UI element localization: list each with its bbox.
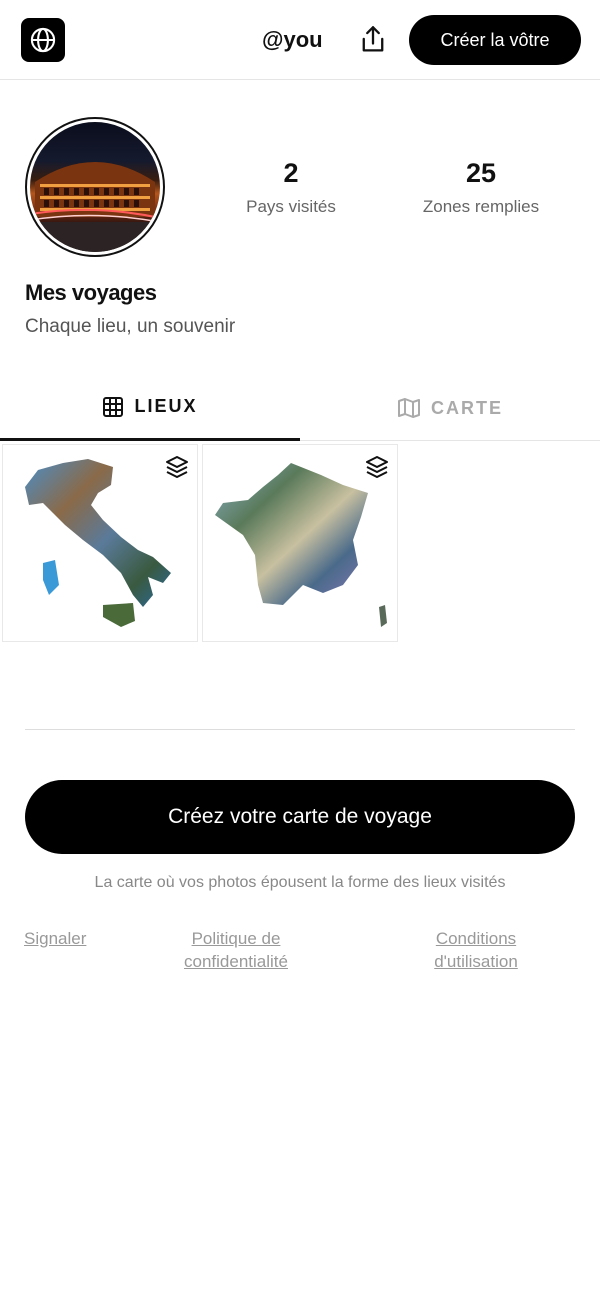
- create-map-button[interactable]: Créez votre carte de voyage: [25, 780, 575, 854]
- map-icon: [398, 398, 420, 418]
- globe-icon: [30, 27, 56, 53]
- top-bar: @you Créer la vôtre: [0, 0, 600, 80]
- username-label[interactable]: @you: [262, 27, 323, 53]
- privacy-link[interactable]: Politique de confidentialité: [166, 927, 306, 973]
- layers-icon: [366, 456, 388, 478]
- create-yours-button[interactable]: Créer la vôtre: [409, 15, 581, 65]
- grid-item-france[interactable]: [202, 444, 398, 642]
- stat-countries-value: 2: [283, 158, 299, 188]
- tab-places-label: LIEUX: [134, 396, 198, 416]
- report-link[interactable]: Signaler: [24, 927, 99, 950]
- stat-countries: 2 Pays visités: [206, 158, 376, 217]
- tab-bar: LIEUX CARTE: [0, 375, 600, 441]
- avatar[interactable]: [25, 117, 165, 257]
- divider: [25, 729, 575, 730]
- grid-item-italy[interactable]: [2, 444, 198, 642]
- stat-zones: 25 Zones remplies: [396, 158, 566, 217]
- profile-subtitle: Chaque lieu, un souvenir: [25, 316, 236, 337]
- stat-zones-label: Zones remplies: [422, 197, 540, 216]
- globe-logo-button[interactable]: [21, 18, 65, 62]
- share-button[interactable]: [355, 22, 391, 58]
- tagline: La carte où vos photos épousent la forme…: [94, 874, 506, 891]
- tab-places[interactable]: LIEUX: [0, 375, 300, 441]
- tab-map[interactable]: CARTE: [300, 375, 600, 441]
- stat-zones-value: 25: [465, 158, 497, 188]
- share-icon: [362, 26, 384, 52]
- profile-title: Mes voyages: [25, 280, 157, 305]
- grid-icon: [103, 396, 124, 417]
- stat-countries-label: Pays visités: [246, 197, 336, 216]
- layers-icon: [166, 456, 188, 478]
- colosseum-photo: [30, 122, 160, 252]
- tab-map-label: CARTE: [431, 397, 503, 418]
- terms-link[interactable]: Conditions d'utilisation: [420, 927, 532, 973]
